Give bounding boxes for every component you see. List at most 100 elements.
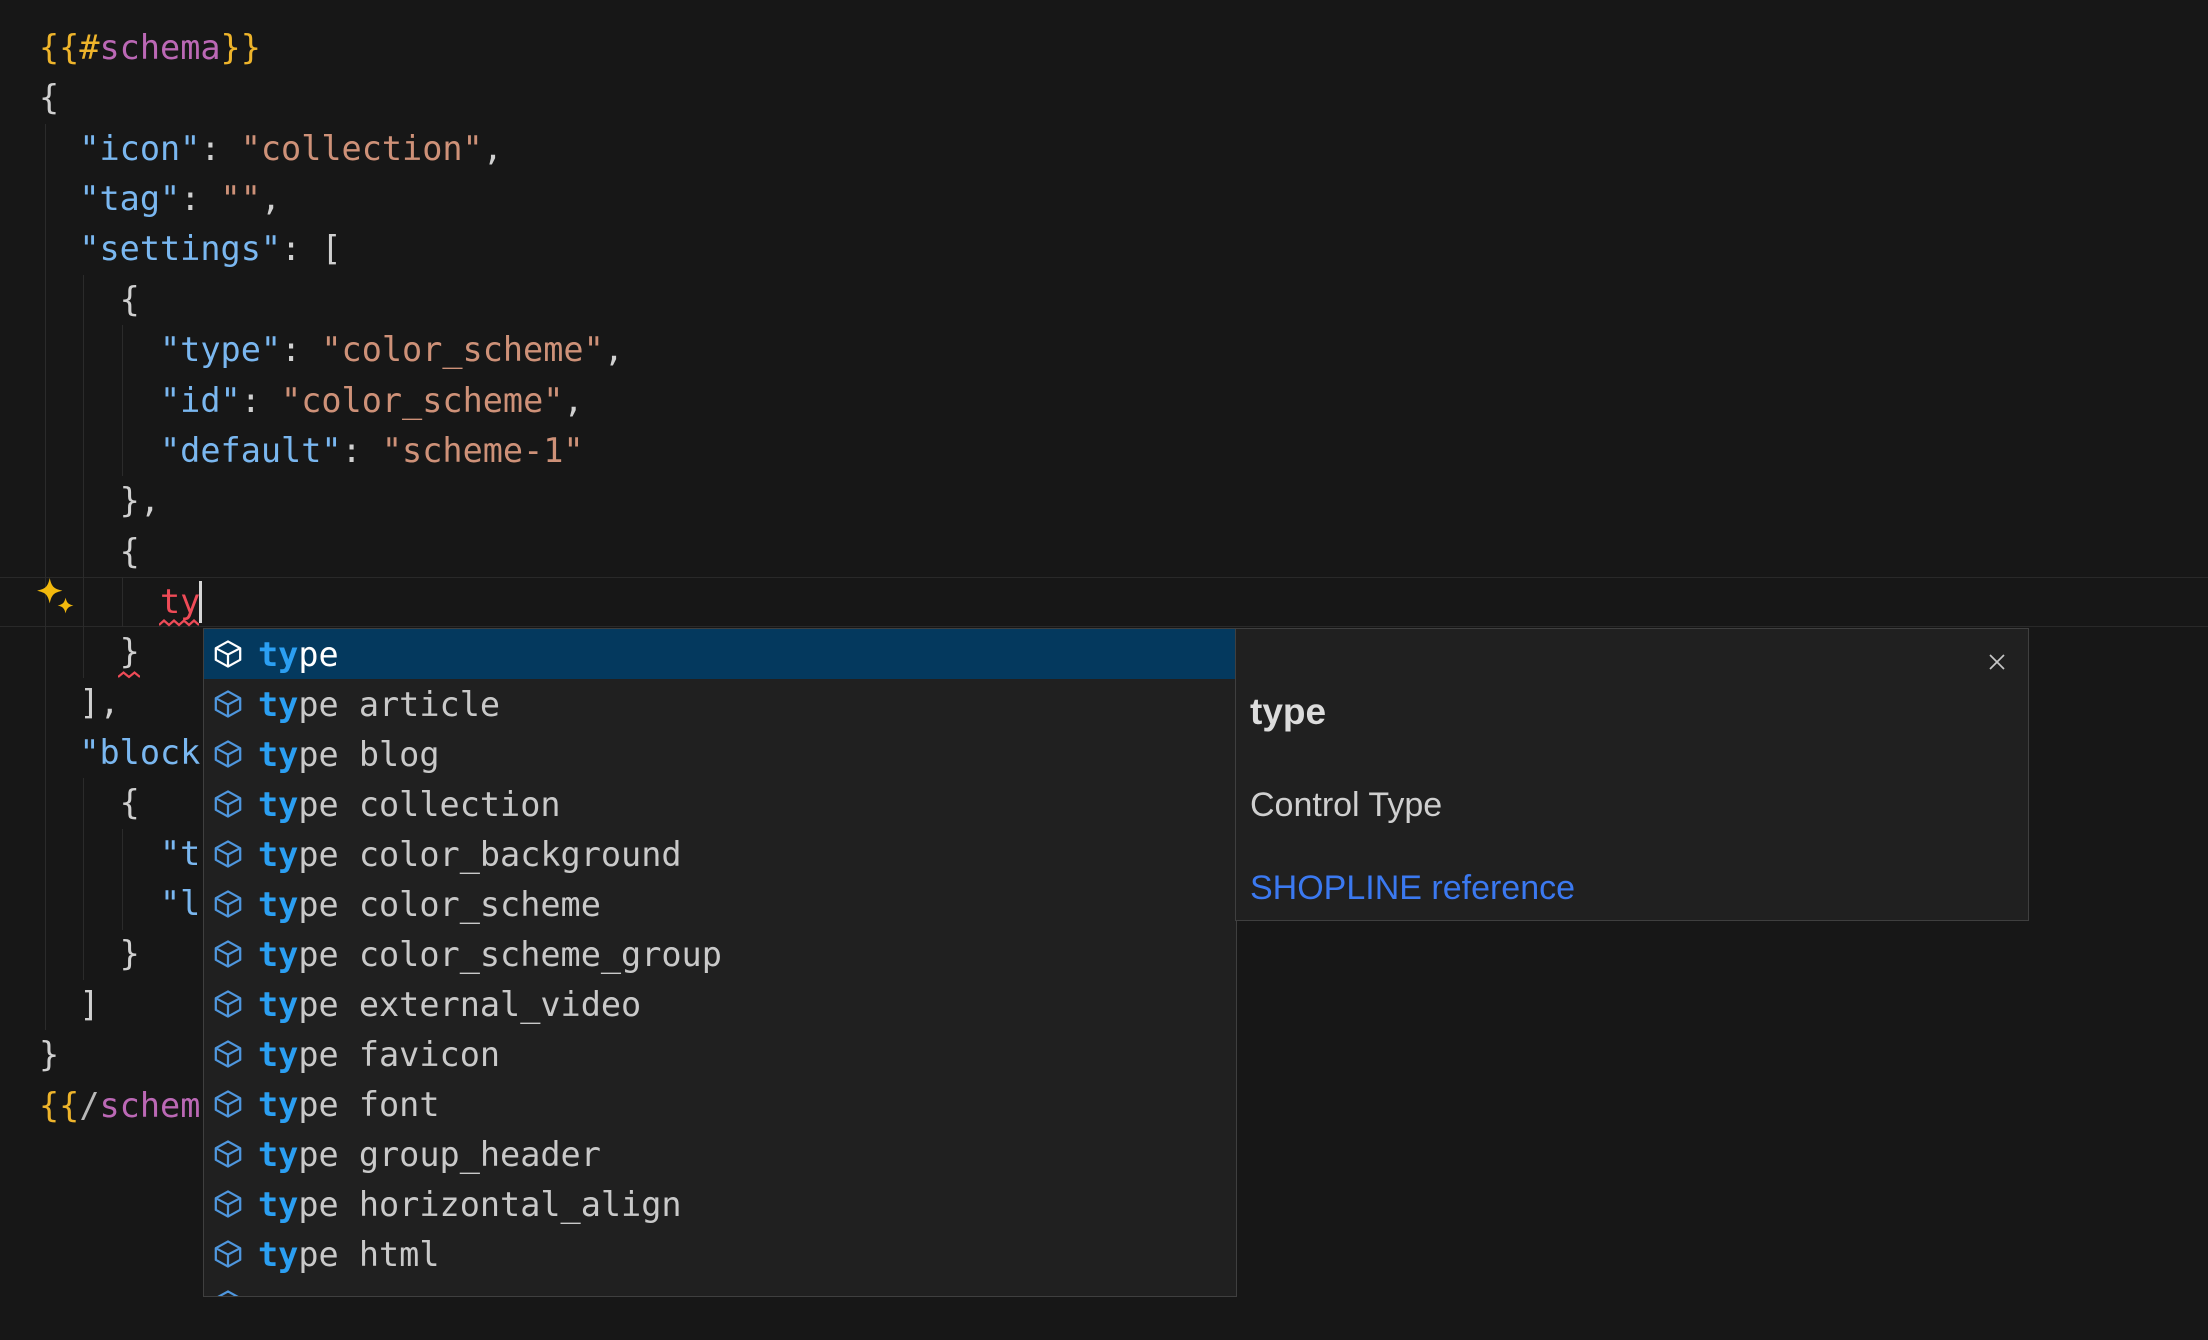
- suggestion-item[interactable]: type color_scheme_group: [204, 929, 1236, 979]
- suggestion-item[interactable]: type horizontal_align: [204, 1179, 1236, 1229]
- code-token: ,: [604, 330, 624, 369]
- suggestion-item[interactable]: type: [204, 629, 1236, 679]
- code-line[interactable]: },: [39, 476, 160, 526]
- code-line[interactable]: {{/schem: [39, 1081, 200, 1131]
- code-token: ]: [39, 985, 100, 1024]
- suggestion-label: pe font: [298, 1085, 439, 1124]
- cube-icon: [213, 639, 243, 669]
- code-token: }: [39, 1035, 59, 1074]
- code-token: "t: [160, 834, 200, 873]
- code-line[interactable]: {{#schema}}: [39, 23, 261, 73]
- suggestion-item[interactable]: [204, 1279, 1236, 1297]
- code-token: }}: [221, 28, 261, 67]
- cube-icon: [213, 789, 243, 819]
- code-line[interactable]: "icon": "collection",: [39, 124, 503, 174]
- suggest-docs-panel: type Control Type SHOPLINE reference: [1235, 628, 2029, 921]
- code-line[interactable]: "settings": [: [39, 224, 342, 274]
- suggestion-item[interactable]: type color_background: [204, 829, 1236, 879]
- cube-icon: [213, 1089, 243, 1119]
- error-squiggle: [159, 618, 199, 627]
- suggestion-label: pe html: [298, 1235, 439, 1274]
- suggestion-label: pe blog: [298, 735, 439, 774]
- code-token: "color_scheme": [281, 381, 563, 420]
- code-line[interactable]: "type": "color_scheme",: [39, 325, 624, 375]
- cube-icon: [213, 939, 243, 969]
- cube-icon: [213, 839, 243, 869]
- docs-description: Control Type: [1250, 786, 1442, 825]
- suggestion-match-text: ty: [258, 1235, 298, 1274]
- code-line[interactable]: "tag": "",: [39, 174, 281, 224]
- suggestion-item[interactable]: type group_header: [204, 1129, 1236, 1179]
- code-line[interactable]: {: [39, 73, 59, 123]
- suggestion-item[interactable]: type html: [204, 1229, 1236, 1279]
- code-token: ,: [483, 129, 503, 168]
- code-token: ,: [563, 381, 583, 420]
- code-line[interactable]: "default": "scheme-1": [39, 426, 584, 476]
- suggestion-item[interactable]: type collection: [204, 779, 1236, 829]
- code-line[interactable]: {: [39, 778, 140, 828]
- suggestion-item[interactable]: type article: [204, 679, 1236, 729]
- code-line[interactable]: }: [39, 1030, 59, 1080]
- code-token: "color_scheme": [321, 330, 603, 369]
- suggestion-match-text: ty: [258, 985, 298, 1024]
- code-token: ty: [160, 582, 200, 621]
- code-token: {{: [39, 1086, 79, 1125]
- suggestion-item[interactable]: type external_video: [204, 979, 1236, 1029]
- code-token: "block: [79, 733, 200, 772]
- code-token: [39, 129, 79, 168]
- close-icon[interactable]: [1987, 652, 2007, 672]
- code-line[interactable]: ],: [39, 678, 120, 728]
- code-line[interactable]: "id": "color_scheme",: [39, 376, 584, 426]
- code-token: /: [79, 1086, 99, 1125]
- suggestion-item[interactable]: type favicon: [204, 1029, 1236, 1079]
- suggestion-match-text: ty: [258, 835, 298, 874]
- suggestion-label: pe horizontal_align: [298, 1185, 681, 1224]
- code-line[interactable]: "l: [39, 879, 200, 929]
- code-token: {: [39, 532, 140, 571]
- suggestion-item[interactable]: type blog: [204, 729, 1236, 779]
- sparkle-icon[interactable]: [36, 577, 74, 615]
- cube-icon: [213, 989, 243, 1019]
- code-token: "id": [160, 381, 241, 420]
- code-token: ],: [39, 683, 120, 722]
- code-line[interactable]: {: [39, 527, 140, 577]
- cube-icon: [213, 689, 243, 719]
- suggestion-label: pe group_header: [298, 1135, 601, 1174]
- code-token: :: [180, 179, 220, 218]
- suggestion-match-text: ty: [258, 785, 298, 824]
- docs-reference-link[interactable]: SHOPLINE reference: [1250, 869, 1575, 908]
- cube-icon: [213, 1139, 243, 1169]
- suggestion-match-text: ty: [258, 735, 298, 774]
- code-token: :: [281, 330, 321, 369]
- code-line[interactable]: {: [39, 275, 140, 325]
- code-line[interactable]: ]: [39, 980, 100, 1030]
- code-line[interactable]: "block: [39, 728, 200, 778]
- suggestion-label: pe collection: [298, 785, 560, 824]
- suggestion-label: pe article: [298, 685, 500, 724]
- code-token: {: [39, 78, 59, 117]
- suggestion-label: pe: [298, 635, 338, 674]
- code-token: [39, 179, 79, 218]
- code-token: "scheme-1": [382, 431, 584, 470]
- cube-icon: [213, 739, 243, 769]
- code-token: [39, 381, 160, 420]
- suggestion-match-text: ty: [258, 1085, 298, 1124]
- code-token: }: [39, 632, 140, 671]
- code-token: [39, 884, 160, 923]
- error-squiggle: [118, 670, 140, 679]
- code-token: [39, 834, 160, 873]
- code-token: schem: [100, 1086, 201, 1125]
- suggestion-match-text: ty: [258, 1185, 298, 1224]
- cube-icon: [213, 1039, 243, 1069]
- code-token: "l: [160, 884, 200, 923]
- code-token: :: [241, 381, 281, 420]
- code-line[interactable]: }: [39, 929, 140, 979]
- code-token: "tag": [79, 179, 180, 218]
- suggestion-item[interactable]: type font: [204, 1079, 1236, 1129]
- code-token: "icon": [79, 129, 200, 168]
- suggestion-label: pe color_background: [298, 835, 681, 874]
- code-line[interactable]: "t: [39, 829, 200, 879]
- suggestion-match-text: ty: [258, 885, 298, 924]
- code-token: "": [221, 179, 261, 218]
- suggestion-item[interactable]: type color_scheme: [204, 879, 1236, 929]
